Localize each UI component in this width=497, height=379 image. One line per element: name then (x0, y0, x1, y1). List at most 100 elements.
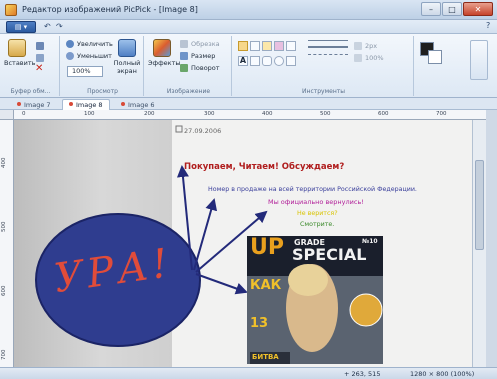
delete-icon[interactable]: ✕ (35, 63, 43, 74)
picpick-app-icon (5, 4, 17, 16)
tab-modified-icon (69, 102, 73, 106)
rotate-icon (180, 64, 188, 72)
magazine-masthead-special: SPECIAL (292, 245, 367, 264)
rotate-button[interactable]: Поворот (180, 64, 220, 72)
ruler-v-tick: 600 (1, 285, 7, 297)
help-icon[interactable]: ? (486, 21, 490, 30)
zoom-in-button[interactable]: Увеличить (66, 40, 113, 48)
select-tool-icon[interactable] (238, 41, 248, 51)
app-menu-button[interactable]: ▤ ▾ (6, 21, 36, 33)
tab-modified-icon (17, 102, 21, 106)
ruler-v-tick: 700 (1, 349, 7, 361)
ruler-h-tick: 200 (144, 111, 155, 117)
cut-icon[interactable] (36, 42, 44, 50)
tools-group: A 2px 100% Инструменты (234, 36, 414, 96)
undo-icon[interactable]: ↶ (44, 22, 51, 31)
magazine-cover-bottom: БИТВА (252, 353, 279, 361)
vertical-scroll-thumb[interactable] (475, 160, 484, 250)
close-button[interactable]: ✕ (463, 2, 493, 16)
opacity-icon (354, 54, 362, 62)
opacity-select[interactable]: 100% (354, 54, 384, 62)
ruler-h-tick: 100 (84, 111, 95, 117)
tab-image-8[interactable]: Image 8 (62, 99, 110, 110)
rounded-rect-shape-icon[interactable] (262, 56, 272, 66)
post-line-look: Смотрите. (300, 221, 335, 228)
brush-tool-icon[interactable] (274, 41, 284, 51)
line-style-sample[interactable] (308, 40, 348, 41)
crop-button[interactable]: Обрезка (180, 40, 220, 48)
cursor-position: + 263, 515 (344, 370, 381, 378)
tab-modified-icon (121, 102, 125, 106)
tab-label: Image 6 (128, 101, 155, 109)
zoom-out-icon (66, 52, 74, 60)
redo-icon[interactable]: ↷ (56, 22, 63, 31)
window-title: Редактор изображений PicPick - [Image 8] (22, 5, 198, 14)
opacity-value: 100% (365, 54, 384, 62)
post-headline: Покупаем, Читаем! Обсуждаем? (184, 162, 345, 172)
crop-icon (180, 40, 188, 48)
effects-button[interactable]: Эффекты (148, 39, 181, 67)
magazine-cover-kak: КАК (250, 278, 282, 293)
fullscreen-label: Полный экран (113, 59, 141, 75)
maximize-button[interactable]: □ (442, 2, 462, 16)
tab-label: Image 8 (76, 101, 103, 109)
line-size-icon (354, 42, 362, 50)
minimize-button[interactable]: – (421, 2, 441, 16)
ellipse-shape-icon[interactable] (274, 56, 284, 66)
tab-label: Image 7 (24, 101, 51, 109)
eraser-tool-icon[interactable] (286, 41, 296, 51)
image-size: 1280 × 800 (100%) (410, 370, 475, 378)
ruler-h-tick: 300 (204, 111, 215, 117)
paste-button[interactable]: Вставить (4, 39, 35, 67)
window-controls: – □ ✕ (421, 2, 493, 16)
pencil-tool-icon[interactable] (262, 41, 272, 51)
line-shape-icon[interactable] (286, 56, 296, 66)
line-style-sample-dashed[interactable] (308, 54, 348, 55)
view-group-label: Просмотр (87, 88, 118, 95)
tab-image-7[interactable]: Image 7 (10, 99, 58, 110)
ruler-h-tick: 400 (262, 111, 273, 117)
fullscreen-button[interactable]: Полный экран (112, 39, 142, 75)
resize-button[interactable]: Размер (180, 52, 215, 60)
resize-label: Размер (191, 52, 216, 60)
fullscreen-icon (118, 39, 136, 57)
clipboard-group: Вставить ✕ Буфер обм... (2, 36, 60, 96)
clipboard-icon (8, 39, 26, 57)
title-bar: Редактор изображений PicPick - [Image 8]… (0, 0, 497, 20)
effects-label: Эффекты (148, 59, 181, 67)
rotate-label: Поворот (191, 64, 220, 72)
post-line-returned: Мы официально вернулись! (268, 198, 364, 206)
tools-group-label: Инструменты (302, 88, 345, 95)
ribbon-more-button[interactable] (470, 40, 488, 80)
line-style-sample-thick[interactable] (308, 46, 348, 48)
post-line-availability: Номер в продаже на всей территории Росси… (208, 186, 417, 193)
line-size-select[interactable]: 2px (354, 42, 377, 50)
ruler-h-tick: 600 (378, 111, 389, 117)
text-tool-icon[interactable]: A (238, 56, 248, 66)
vertical-ruler: 400 500 600 700 (0, 120, 14, 367)
quick-access-bar: ▤ ▾ ↶ ↷ ? (0, 20, 497, 34)
ribbon: Вставить ✕ Буфер обм... Увеличить Уменьш… (0, 34, 497, 98)
colors-group (416, 36, 450, 96)
document-tab-bar: Image 7 Image 8 Image 6 (0, 98, 497, 110)
vertical-scrollbar[interactable] (472, 120, 486, 367)
post-line-disbelief: Не верится? (297, 210, 338, 217)
effects-icon (153, 39, 171, 57)
ruler-v-tick: 500 (1, 221, 7, 233)
secondary-color-swatch[interactable] (428, 50, 442, 64)
resize-icon (180, 52, 188, 60)
view-group: Увеличить Уменьшит 100% Полный экран Про… (62, 36, 144, 96)
rectangle-select-icon[interactable] (250, 41, 260, 51)
image-canvas[interactable]: УРА! 27.09.2006 Покупаем, Читаем! Обсужд… (14, 120, 486, 367)
rectangle-shape-icon[interactable] (250, 56, 260, 66)
ruler-h-tick: 500 (320, 111, 331, 117)
calendar-icon (175, 125, 183, 133)
copy-icon[interactable] (36, 54, 44, 62)
magazine-issue-number: №10 (362, 238, 378, 245)
image-group-label: Изображение (166, 88, 211, 95)
tab-image-6[interactable]: Image 6 (114, 99, 162, 110)
arrow-to-magazine[interactable] (195, 273, 248, 295)
horizontal-ruler: 0 100 200 300 400 500 600 700 (14, 110, 486, 120)
zoom-out-button[interactable]: Уменьшит (66, 52, 112, 60)
zoom-level-select[interactable]: 100% (67, 66, 103, 77)
